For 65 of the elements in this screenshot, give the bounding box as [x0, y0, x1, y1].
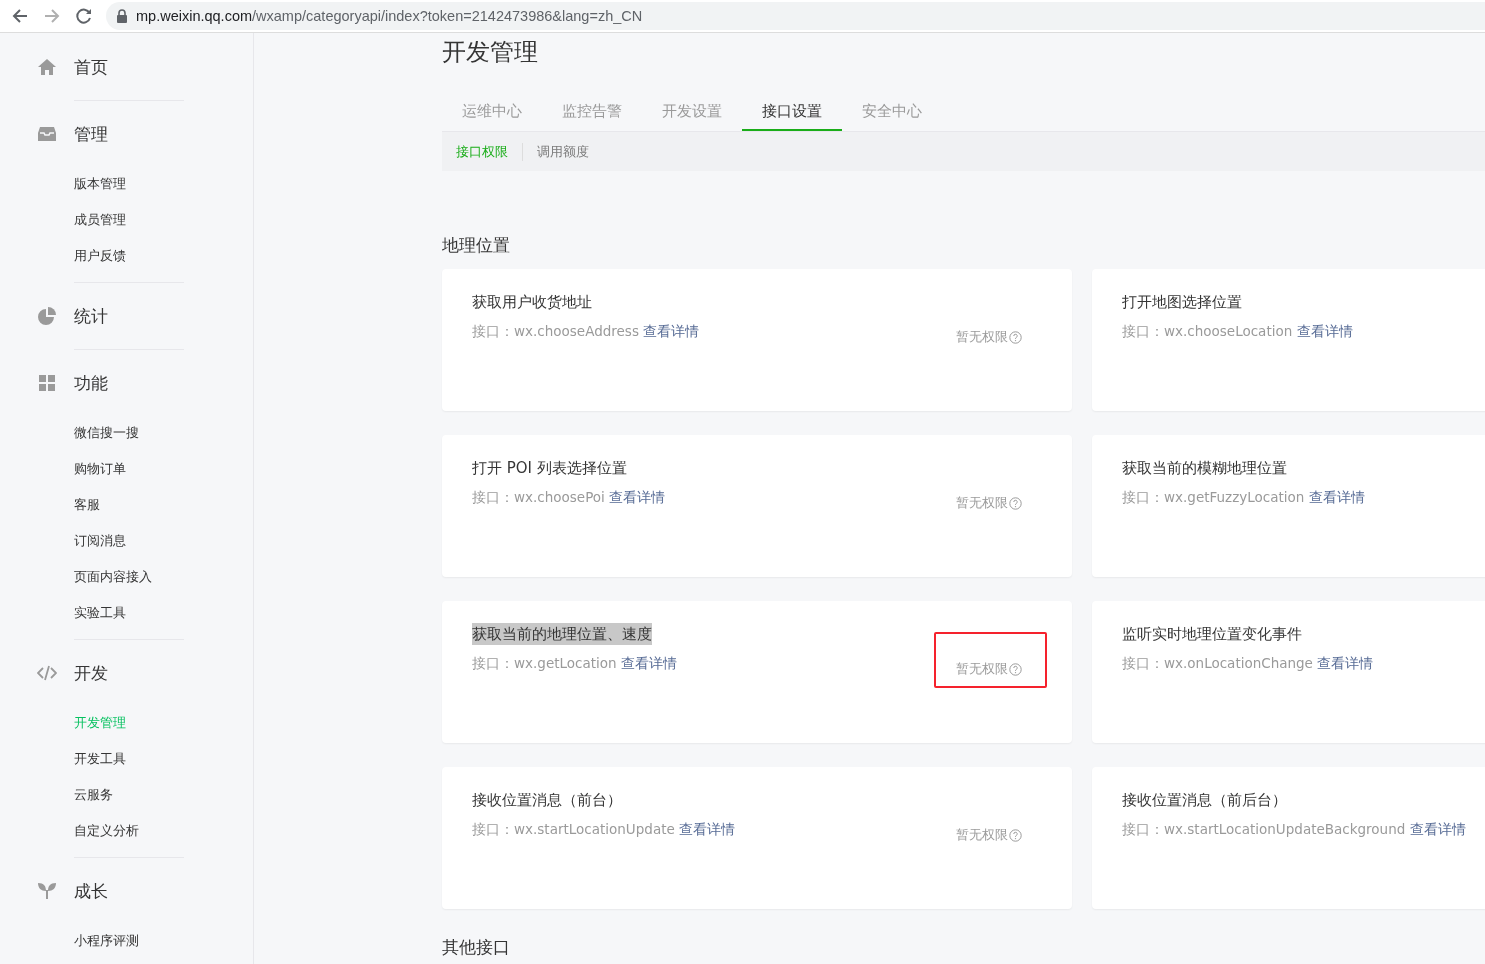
grid-icon [37, 373, 57, 393]
sidebar-section-title[interactable]: 统计 [74, 304, 108, 328]
api-name: 接口：wx.chooseLocation [1122, 323, 1293, 339]
permission-status: 暂无权限 [956, 826, 1008, 844]
sidebar-item[interactable]: 实验工具 [0, 595, 126, 631]
details-link[interactable]: 查看详情 [1308, 489, 1365, 505]
sidebar-item[interactable]: 微信搜一搜 [0, 415, 139, 451]
api-card-title: 获取用户收货地址 [472, 292, 592, 313]
code-icon [37, 663, 57, 683]
details-link[interactable]: 查看详情 [1409, 821, 1466, 837]
pie-chart-icon [37, 306, 57, 326]
help-icon[interactable] [1009, 330, 1022, 344]
api-card-title: 接收位置消息（前后台） [1122, 790, 1287, 811]
url-text: mp.weixin.qq.com/wxamp/categoryapi/index?token=2142473986&lang=zh_CN [136, 8, 643, 24]
sidebar-item[interactable]: 成员管理 [0, 202, 126, 238]
sidebar-section-title[interactable]: 成长 [74, 879, 108, 903]
sidebar-item[interactable]: 购物订单 [0, 451, 126, 487]
reload-icon[interactable] [74, 6, 94, 26]
details-link[interactable]: 查看详情 [1296, 323, 1353, 339]
details-link[interactable]: 查看详情 [620, 655, 677, 671]
api-name: 接口：wx.getFuzzyLocation [1122, 489, 1305, 505]
sidebar-item[interactable]: 自定义分析 [0, 813, 139, 849]
help-icon[interactable] [1009, 662, 1022, 676]
sidebar-section-title[interactable]: 首页 [74, 55, 108, 79]
page-title: 开发管理 [442, 37, 539, 68]
sidebar-item[interactable]: 客服 [0, 487, 100, 523]
help-icon[interactable] [1009, 828, 1022, 842]
subtab[interactable]: 调用额度 [522, 142, 603, 161]
inbox-icon [37, 124, 57, 144]
sidebar-item[interactable]: 云服务 [0, 777, 113, 813]
sidebar-item[interactable]: 版本管理 [0, 166, 126, 202]
details-link[interactable]: 查看详情 [679, 821, 736, 837]
api-card-title: 打开地图选择位置 [1122, 292, 1242, 313]
api-card-title: 获取当前的模糊地理位置 [1122, 458, 1287, 479]
sidebar-item[interactable]: 页面内容接入 [0, 559, 152, 595]
permission-status: 暂无权限 [956, 494, 1008, 512]
api-name: 接口：wx.choosePoi [472, 489, 605, 505]
section-heading: 其他接口 [442, 936, 511, 959]
permission-status: 暂无权限 [956, 660, 1008, 678]
sidebar-item[interactable]: 订阅消息 [0, 523, 126, 559]
api-card-title: 监听实时地理位置变化事件 [1122, 624, 1302, 645]
address-bar[interactable]: mp.weixin.qq.com/wxamp/categoryapi/index?token=2142473986&lang=zh_CN [106, 2, 1485, 30]
sidebar-section-title[interactable]: 开发 [74, 661, 108, 685]
section-heading: 地理位置 [442, 234, 511, 257]
api-name: 接口：wx.startLocationUpdateBackground [1122, 821, 1406, 837]
details-link[interactable]: 查看详情 [1317, 655, 1374, 671]
api-card-title: 打开 POI 列表选择位置 [472, 458, 627, 479]
sprout-icon [38, 883, 56, 899]
help-icon[interactable] [1009, 496, 1022, 510]
sidebar-item[interactable]: 小程序评测 [0, 923, 139, 959]
permission-status: 暂无权限 [956, 328, 1008, 346]
api-card-title: 接收位置消息（前台） [472, 790, 622, 811]
details-link[interactable]: 查看详情 [643, 323, 700, 339]
details-link[interactable]: 查看详情 [609, 489, 666, 505]
lock-icon [116, 9, 128, 23]
api-name: 接口：wx.chooseAddress [472, 323, 639, 339]
home-icon [37, 57, 57, 77]
sidebar-item[interactable]: 开发工具 [0, 741, 126, 777]
sidebar-section-title[interactable]: 管理 [74, 122, 108, 146]
api-name: 接口：wx.onLocationChange [1122, 655, 1313, 671]
api-name: 接口：wx.startLocationUpdate [472, 821, 675, 837]
sidebar-item[interactable]: 用户反馈 [0, 238, 126, 274]
api-card-title: 获取当前的地理位置、速度 [472, 623, 652, 645]
sidebar-section-title[interactable]: 功能 [74, 371, 108, 395]
api-name: 接口：wx.getLocation [472, 655, 617, 671]
